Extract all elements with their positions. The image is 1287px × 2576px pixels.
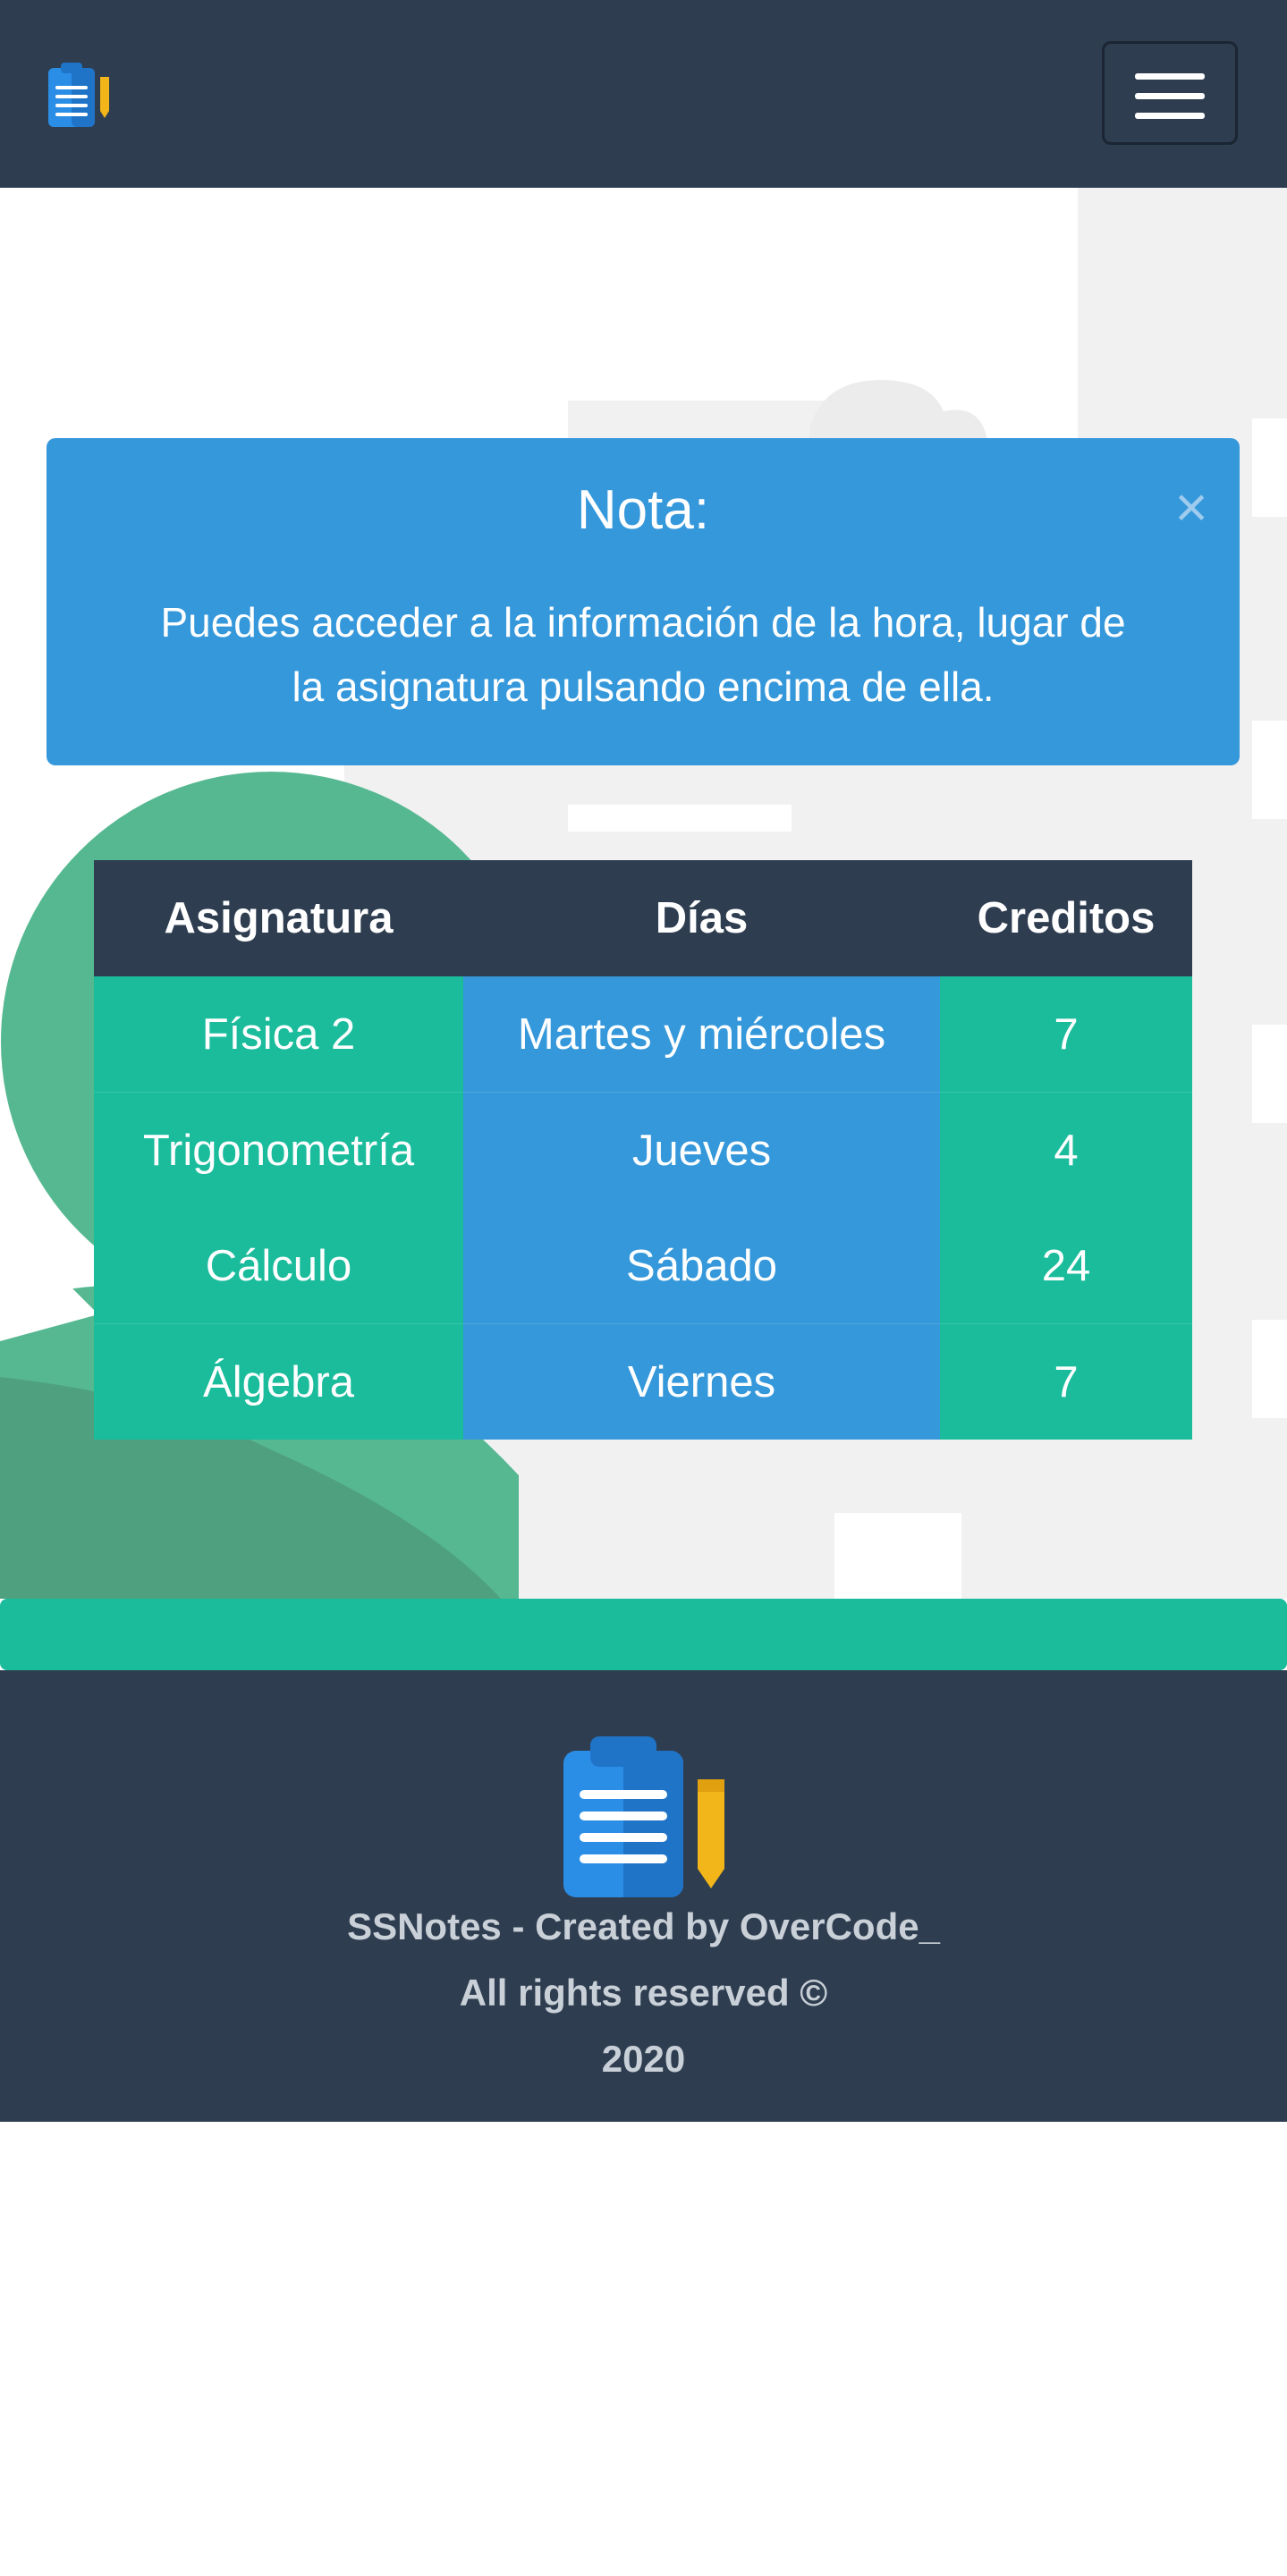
subject-cell[interactable]: Álgebra [94, 1323, 463, 1440]
footer-credit-text: SSNotes - Created by OverCode_ [347, 1905, 940, 1947]
footer: SSNotes - Created by OverCode_ All right… [0, 1670, 1287, 2122]
hamburger-bar [1135, 93, 1205, 99]
credits-cell[interactable]: 7 [940, 976, 1192, 1093]
notepad-pencil-icon [563, 1736, 724, 1897]
credits-cell[interactable]: 24 [940, 1208, 1192, 1324]
notepad-pencil-icon[interactable] [43, 59, 116, 132]
days-cell[interactable]: Martes y miércoles [463, 976, 940, 1093]
days-cell[interactable]: Jueves [463, 1092, 940, 1208]
menu-toggle-button[interactable] [1102, 41, 1238, 145]
days-cell[interactable]: Sábado [463, 1208, 940, 1324]
table-row[interactable]: Cálculo Sábado 24 [94, 1208, 1192, 1324]
credits-cell[interactable]: 7 [940, 1323, 1192, 1440]
subjects-table: Asignatura Días Creditos Física 2 Martes… [94, 860, 1192, 1440]
subject-cell[interactable]: Trigonometría [94, 1092, 463, 1208]
subject-cell[interactable]: Cálculo [94, 1208, 463, 1324]
hero-section: Nota: Puedes acceder a la información de… [0, 188, 1287, 1599]
column-header-days: Días [463, 860, 940, 976]
hamburger-menu-icon [1135, 73, 1205, 80]
close-icon[interactable]: × [1164, 476, 1218, 538]
table-header-row: Asignatura Días Creditos [94, 860, 1192, 976]
hamburger-bar [1135, 113, 1205, 119]
footer-rights-text: All rights reserved © [459, 1972, 828, 2014]
alert-title: Nota: [576, 479, 710, 541]
table-row[interactable]: Física 2 Martes y miércoles 7 [94, 976, 1192, 1093]
alert-message: Puedes acceder a la información de la ho… [160, 599, 1126, 710]
days-cell[interactable]: Viernes [463, 1323, 940, 1440]
footer-year-text: 2020 [601, 2038, 686, 2080]
column-header-subject: Asignatura [94, 860, 463, 976]
info-alert: Nota: Puedes acceder a la información de… [47, 438, 1240, 765]
navbar [0, 0, 1287, 188]
table-row[interactable]: Trigonometría Jueves 4 [94, 1092, 1192, 1208]
credits-cell[interactable]: 4 [940, 1092, 1192, 1208]
footer-accent-bar [0, 1599, 1287, 1670]
column-header-credits: Creditos [940, 860, 1192, 976]
subject-cell[interactable]: Física 2 [94, 976, 463, 1093]
table-row[interactable]: Álgebra Viernes 7 [94, 1323, 1192, 1440]
